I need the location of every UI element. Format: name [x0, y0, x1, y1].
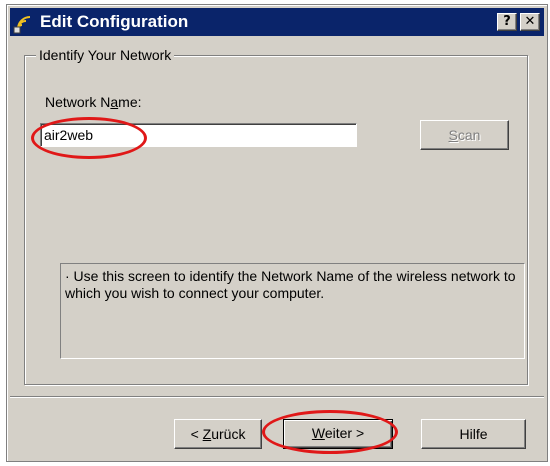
- title-bar[interactable]: Edit Configuration ? ✕: [10, 8, 544, 36]
- back-button[interactable]: < Zurück: [174, 419, 262, 449]
- close-button[interactable]: ✕: [520, 13, 540, 31]
- wireless-signal-icon: [13, 16, 31, 34]
- info-description-text: · Use this screen to identify the Networ…: [65, 268, 516, 301]
- group-title: Identify Your Network: [36, 47, 175, 63]
- network-name-label: Network Name:: [45, 94, 142, 110]
- edit-configuration-dialog: Edit Configuration ? ✕ Identify Your Net…: [6, 4, 548, 462]
- identify-network-group: Identify Your Network Network Name: air2…: [24, 47, 528, 385]
- scan-button: Scan: [420, 120, 509, 150]
- help-titlebar-button[interactable]: ?: [497, 13, 517, 31]
- help-button[interactable]: Hilfe: [421, 419, 526, 449]
- next-button[interactable]: Weiter >: [283, 419, 393, 449]
- separator-line: [10, 396, 544, 398]
- info-description-box: · Use this screen to identify the Networ…: [60, 263, 525, 359]
- window-title: Edit Configuration: [40, 12, 189, 31]
- network-name-input[interactable]: air2web: [40, 123, 357, 147]
